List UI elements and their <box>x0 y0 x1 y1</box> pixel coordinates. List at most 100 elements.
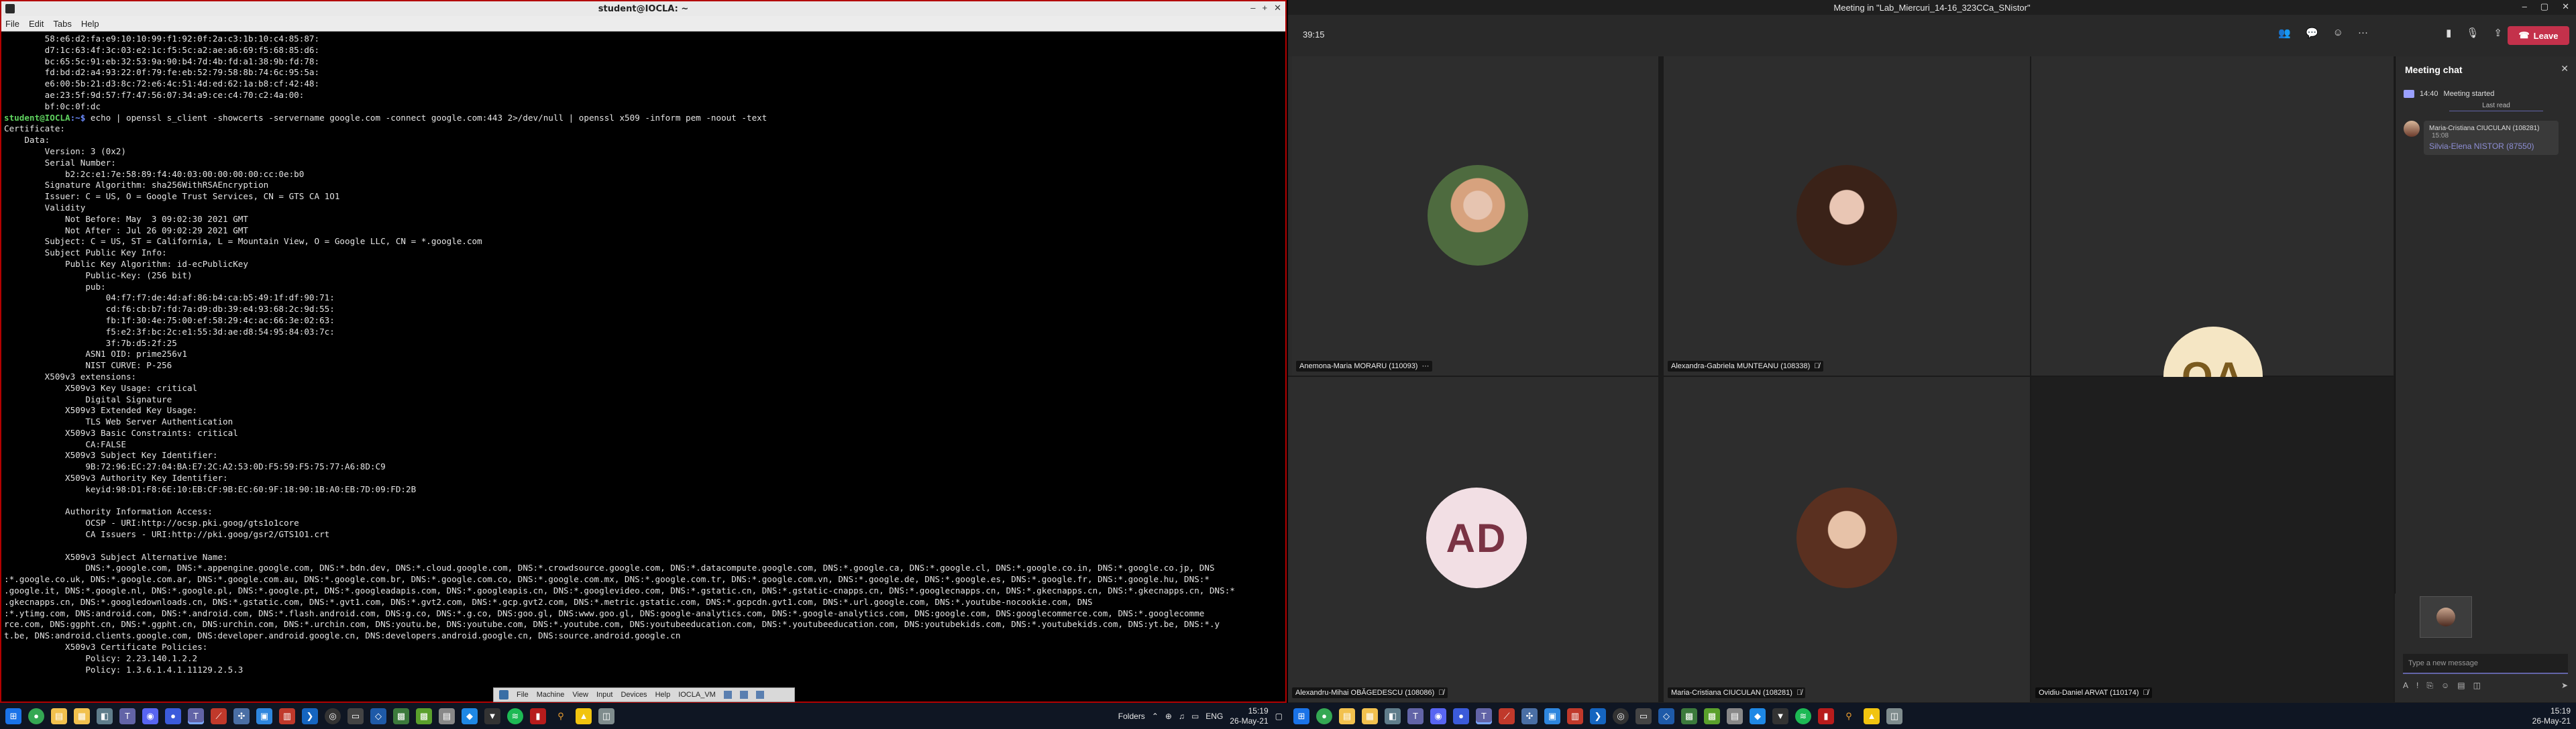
participant-tile[interactable]: Anemona-Maria MORARU (110093) ··· <box>1292 56 1658 376</box>
chat-message[interactable]: Maria-Cristiana CIUCULAN (108281) 15:08 … <box>2404 121 2569 155</box>
discord-icon[interactable]: ◉ <box>1430 708 1446 724</box>
teams-active-icon[interactable]: T <box>1476 708 1492 724</box>
app-icon-red[interactable]: ▮ <box>530 708 546 724</box>
close-icon[interactable]: ✕ <box>1274 3 1281 13</box>
chrome-icon[interactable]: ● <box>1316 708 1332 724</box>
app-icon-doc[interactable]: ▣ <box>1544 708 1560 724</box>
menu-file[interactable]: File <box>5 19 19 29</box>
mic-icon[interactable]: 🎙 <box>2466 27 2479 39</box>
vm-app2-icon[interactable]: ▩ <box>416 708 432 724</box>
tray-volume-icon[interactable]: ♫ <box>1179 712 1185 721</box>
chat-app-icon[interactable]: ● <box>165 708 181 724</box>
vm-menu-file[interactable]: File <box>517 691 529 699</box>
pdf-icon[interactable]: ▥ <box>279 708 295 724</box>
vm-app2-icon[interactable]: ▩ <box>1704 708 1720 724</box>
format-icon[interactable]: A <box>2403 681 2408 691</box>
reactions-icon[interactable]: ☺ <box>2333 27 2343 39</box>
chat-icon[interactable]: 💬 <box>2306 27 2318 39</box>
windows-start-icon[interactable]: ⊞ <box>1293 708 1309 724</box>
important-icon[interactable]: ! <box>2416 681 2418 691</box>
camera-icon[interactable]: ▮ <box>2446 27 2451 39</box>
vm-menu-devices[interactable]: Devices <box>621 691 647 699</box>
message-mention[interactable]: Silvia-Elena NISTOR (87550) <box>2429 142 2553 151</box>
network-icon[interactable]: ✣ <box>233 708 250 724</box>
explorer-icon[interactable]: ▦ <box>1362 708 1378 724</box>
chat-message-input[interactable]: Type a new message <box>2403 654 2568 674</box>
terminal-output[interactable]: 58:e6:d2:fa:e9:10:10:99:f1:92:0f:2a:c3:1… <box>1 32 1285 702</box>
teams-close-icon[interactable]: ✕ <box>2562 1 2569 12</box>
vm-minimize-icon[interactable] <box>739 691 748 699</box>
notification-icon[interactable]: ▢ <box>1275 712 1283 721</box>
minimize-icon[interactable]: – <box>1250 3 1255 13</box>
app-icon-dark[interactable]: ▼ <box>484 708 500 724</box>
vm-menu-view[interactable]: View <box>572 691 588 699</box>
network-drive-icon[interactable]: ◧ <box>97 708 113 724</box>
chat-app-icon[interactable]: ● <box>1453 708 1469 724</box>
app-icon-gray[interactable]: ▤ <box>1727 708 1743 724</box>
menu-tabs[interactable]: Tabs <box>53 19 71 29</box>
network-icon[interactable]: ✣ <box>1521 708 1538 724</box>
search-icon[interactable]: ⚲ <box>1841 708 1857 724</box>
pdf-icon[interactable]: ▥ <box>1567 708 1583 724</box>
more-actions-icon[interactable]: ··· <box>2358 27 2368 39</box>
maximize-icon[interactable]: + <box>1263 3 1268 13</box>
participant-tile[interactable]: Alexandra-Gabriela MUNTEANU (108338) 🎙̸ <box>1664 56 2030 376</box>
menu-help[interactable]: Help <box>81 19 99 29</box>
more-options-icon[interactable]: ··· <box>1421 362 1429 370</box>
app-icon-blue[interactable]: ◆ <box>1750 708 1766 724</box>
network-drive-icon[interactable]: ◧ <box>1385 708 1401 724</box>
teams-maximize-icon[interactable]: ▢ <box>2540 1 2548 12</box>
vscode-icon[interactable]: ❯ <box>1590 708 1606 724</box>
github-icon[interactable]: ◎ <box>1613 708 1629 724</box>
vm-menu-input[interactable]: Input <box>596 691 612 699</box>
share-screen-icon[interactable]: ⇪ <box>2493 27 2502 39</box>
chat-close-icon[interactable]: ✕ <box>2561 63 2569 74</box>
attach-icon[interactable]: ⎘ <box>2426 681 2433 691</box>
folders-toolbar[interactable]: Folders <box>1118 712 1145 721</box>
app-icon-doc[interactable]: ▣ <box>256 708 272 724</box>
app-icon-dark[interactable]: ▼ <box>1772 708 1788 724</box>
app-icon-misc[interactable]: ◫ <box>1886 708 1902 724</box>
app-icon-misc[interactable]: ◫ <box>598 708 614 724</box>
vm-menu-help[interactable]: Help <box>655 691 671 699</box>
app-icon-gray[interactable]: ▤ <box>439 708 455 724</box>
participant-tile[interactable]: Maria-Cristiana CIUCULAN (108281) 🎙̸ <box>1664 377 2030 702</box>
matlab-icon[interactable]: ⟋ <box>1499 708 1515 724</box>
vm-app-icon[interactable]: ▩ <box>1681 708 1697 724</box>
windows-start-icon[interactable]: ⊞ <box>5 708 21 724</box>
discord-icon[interactable]: ◉ <box>142 708 158 724</box>
virtualbox-taskbar-icon[interactable]: ◇ <box>1658 708 1674 724</box>
left-clock[interactable]: 15:19 26-May-21 <box>1230 706 1268 726</box>
emoji-icon[interactable]: ☺ <box>2441 681 2449 691</box>
file-explorer-icon[interactable]: ▤ <box>1339 708 1355 724</box>
teams-icon[interactable]: T <box>1407 708 1424 724</box>
spotify-icon[interactable]: ≋ <box>507 708 523 724</box>
spotify-icon[interactable]: ≋ <box>1795 708 1811 724</box>
right-clock[interactable]: 15:19 26-May-21 <box>2532 706 2571 726</box>
menu-edit[interactable]: Edit <box>29 19 44 29</box>
teams-minimize-icon[interactable]: – <box>2522 1 2527 12</box>
participant-tile[interactable]: AD Alexandru-Mihai OBĂGEDESCU (108086) 🎙… <box>1288 377 1658 702</box>
participant-tile[interactable]: Ovidiu-Daniel ARVAT (110174) 🎙̸ <box>2031 377 2394 702</box>
participants-icon[interactable]: 👥 <box>2278 27 2291 39</box>
matlab-icon[interactable]: ⟋ <box>211 708 227 724</box>
tray-chevron-icon[interactable]: ⌃ <box>1152 712 1159 721</box>
tray-network-icon[interactable]: ⊕ <box>1165 712 1172 721</box>
vm-close-icon[interactable] <box>755 691 764 699</box>
file-explorer-icon[interactable]: ▤ <box>51 708 67 724</box>
github-icon[interactable]: ◎ <box>325 708 341 724</box>
app-icon-yellow[interactable]: ▲ <box>1864 708 1880 724</box>
teams-icon[interactable]: T <box>119 708 136 724</box>
self-video-preview[interactable] <box>2395 594 2576 647</box>
gif-icon[interactable]: ▤ <box>2457 681 2465 691</box>
tray-battery-icon[interactable]: ▭ <box>1191 712 1199 721</box>
virtualbox-taskbar-icon[interactable]: ◇ <box>370 708 386 724</box>
vm-app-icon[interactable]: ▩ <box>393 708 409 724</box>
tray-lang[interactable]: ENG <box>1205 712 1223 721</box>
explorer-icon[interactable]: ▦ <box>74 708 90 724</box>
sticker-icon[interactable]: ◫ <box>2473 681 2481 691</box>
send-icon[interactable]: ➤ <box>2561 681 2568 691</box>
terminal-icon[interactable]: ▭ <box>347 708 364 724</box>
app-icon-yellow[interactable]: ▲ <box>576 708 592 724</box>
app-icon-red[interactable]: ▮ <box>1818 708 1834 724</box>
